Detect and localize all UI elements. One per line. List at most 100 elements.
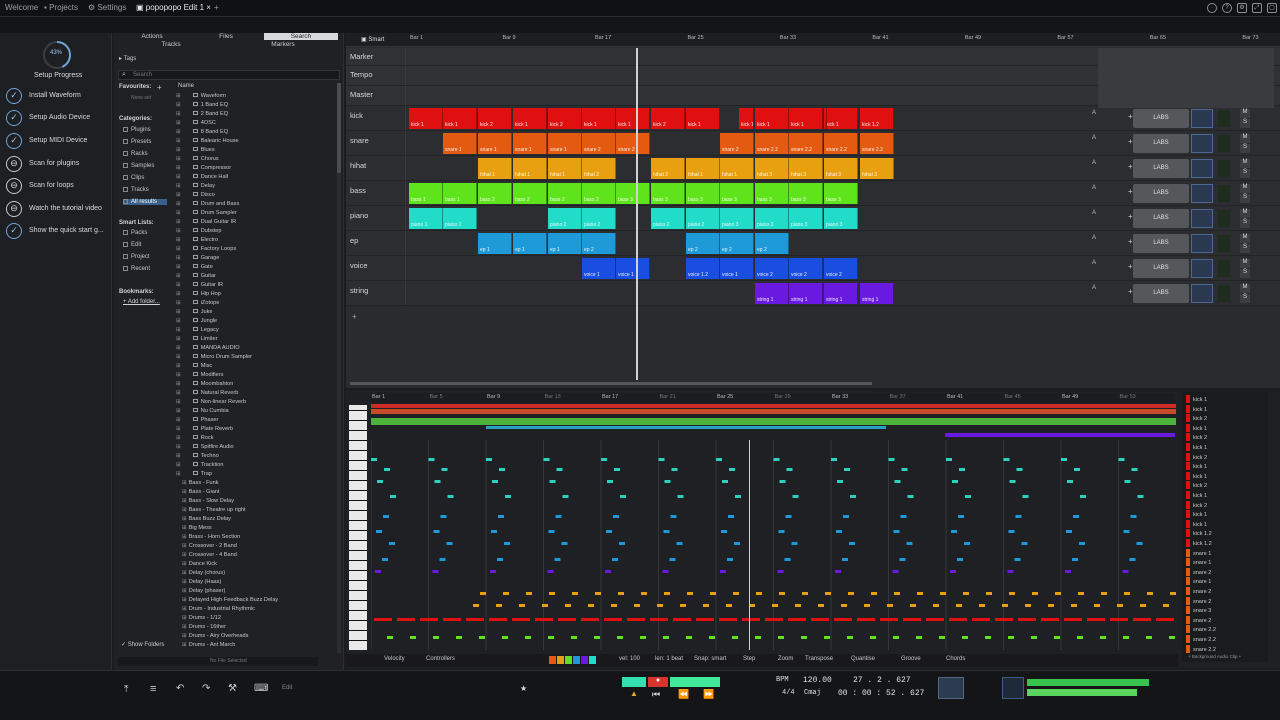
midi-note[interactable] [1169, 636, 1175, 639]
midi-note[interactable] [446, 542, 453, 545]
export-icon[interactable]: ⤒ [124, 684, 128, 695]
clip-piano[interactable]: piano 2 [582, 208, 616, 229]
folder-item[interactable]: ⊞ Jungle [176, 318, 217, 327]
expand-icon[interactable]: ⊞ [176, 336, 181, 342]
midi-note[interactable] [901, 468, 908, 471]
midi-note[interactable] [613, 515, 619, 518]
midi-note[interactable] [836, 530, 842, 533]
arranger-h-scrollbar[interactable] [350, 382, 872, 385]
preset-item[interactable]: ⊞ Bass Buzz Delay [176, 516, 231, 525]
midi-note[interactable] [900, 515, 907, 518]
midi-note[interactable] [871, 592, 877, 595]
automation-icon[interactable]: A [1092, 110, 1096, 116]
midi-note[interactable] [1009, 592, 1015, 595]
clip-piano[interactable]: piano 1 [443, 208, 477, 229]
expand-icon[interactable]: ⊞ [176, 156, 181, 162]
expand-icon[interactable]: ⊞ [176, 318, 181, 324]
midi-note[interactable] [1074, 468, 1080, 471]
category-item[interactable]: Tracks [123, 187, 149, 193]
expand-icon[interactable]: ⊞ [176, 426, 181, 432]
editor-footer-9[interactable]: Groove [901, 656, 921, 662]
tools-icon[interactable]: ⚒ [228, 683, 237, 694]
smart-list-item[interactable]: Recent [123, 266, 150, 272]
plugin-editor-thumbnail[interactable] [1191, 134, 1213, 153]
expand-icon[interactable]: ⊞ [176, 354, 181, 360]
folder-item[interactable]: ⊞ Legacy [176, 327, 219, 336]
midi-note[interactable] [703, 604, 709, 607]
midi-note[interactable] [555, 515, 562, 518]
add-plugin-button[interactable]: + [1128, 137, 1133, 146]
expand-icon[interactable]: ⊞ [182, 588, 187, 594]
folder-item[interactable]: ⊞ 8 Band EQ [176, 129, 228, 138]
midi-note[interactable] [940, 592, 946, 595]
add-plugin-button[interactable]: + [1128, 262, 1133, 271]
clip-hihat[interactable]: hihat 2 [651, 158, 685, 179]
add-plugin-button[interactable]: + [1128, 237, 1133, 246]
folder-item[interactable]: ⊞ Garage [176, 255, 219, 264]
midi-note[interactable] [677, 495, 684, 498]
midi-note[interactable] [663, 636, 669, 639]
midi-note[interactable] [420, 618, 438, 621]
solo-button[interactable]: S [1240, 244, 1250, 253]
midi-note[interactable] [433, 636, 439, 639]
mute-button[interactable]: M [1240, 259, 1250, 268]
midi-note[interactable] [964, 542, 970, 545]
rewind-icon[interactable]: ⏪ [678, 689, 689, 700]
folder-item[interactable]: ⊞ Plate Reverb [176, 426, 233, 435]
setup-install-waveform[interactable]: ✓ Install Waveform [6, 88, 110, 106]
plugin-slot-labs[interactable]: LABS [1133, 284, 1189, 303]
midi-note[interactable] [562, 495, 569, 498]
midi-note[interactable] [439, 558, 446, 561]
midi-note[interactable] [502, 636, 508, 639]
expand-icon[interactable]: ⊞ [182, 642, 187, 648]
midi-note[interactable] [1003, 458, 1010, 461]
clip-snare[interactable]: snare 1 [513, 133, 547, 154]
expand-icon[interactable]: ⊞ [182, 624, 187, 630]
midi-note[interactable] [456, 636, 462, 639]
midi-note[interactable] [525, 636, 531, 639]
undo-icon[interactable]: ↶ [176, 683, 184, 694]
expand-icon[interactable]: ⊞ [176, 138, 181, 144]
midi-note[interactable] [926, 618, 944, 621]
midi-note[interactable] [910, 604, 916, 607]
scrollbar-thumb[interactable] [337, 83, 341, 173]
midi-note[interactable] [1066, 530, 1072, 533]
midi-note[interactable] [755, 636, 761, 639]
midi-note[interactable] [434, 480, 441, 483]
midi-note[interactable] [849, 542, 855, 545]
midi-note[interactable] [561, 542, 568, 545]
folder-item[interactable]: ⊞ Dance Hall [176, 174, 228, 183]
plugin-editor-thumbnail[interactable] [1191, 184, 1213, 203]
midi-note[interactable] [893, 636, 899, 639]
midi-note[interactable] [687, 592, 693, 595]
midi-note[interactable] [950, 570, 956, 573]
clip-string[interactable]: string 1 [789, 283, 823, 304]
midi-note[interactable] [887, 604, 893, 607]
midi-note[interactable] [588, 604, 594, 607]
clip-snare[interactable]: snare 2.2 [824, 133, 858, 154]
clip-snare[interactable]: snare 2.2 [789, 133, 823, 154]
midi-note[interactable] [371, 458, 377, 461]
midi-note[interactable] [1031, 636, 1037, 639]
midi-note[interactable] [543, 458, 550, 461]
midi-note[interactable] [773, 458, 780, 461]
plugin-slot-labs[interactable]: LABS [1133, 209, 1189, 228]
midi-note[interactable] [663, 530, 670, 533]
expand-icon[interactable]: ⊞ [176, 435, 181, 441]
midi-note[interactable] [607, 480, 613, 483]
expand-icon[interactable]: ⊞ [182, 507, 187, 513]
midi-note[interactable] [1137, 495, 1144, 498]
automation-icon[interactable]: A [1092, 160, 1096, 166]
midi-note[interactable] [1007, 570, 1014, 573]
clip-bass[interactable]: bass 2 [582, 183, 616, 204]
category-item[interactable]: Samples [123, 163, 154, 169]
midi-note[interactable] [888, 458, 895, 461]
midi-note[interactable] [595, 592, 601, 595]
category-item[interactable]: Plugins [123, 127, 151, 133]
midi-note[interactable] [795, 604, 801, 607]
clip-bass[interactable]: bass 3 [616, 183, 650, 204]
clip-kick[interactable]: kick 1 [582, 108, 616, 129]
midi-note[interactable] [680, 604, 686, 607]
expand-icon[interactable]: ⊞ [182, 552, 187, 558]
solo-button[interactable]: S [1240, 219, 1250, 228]
